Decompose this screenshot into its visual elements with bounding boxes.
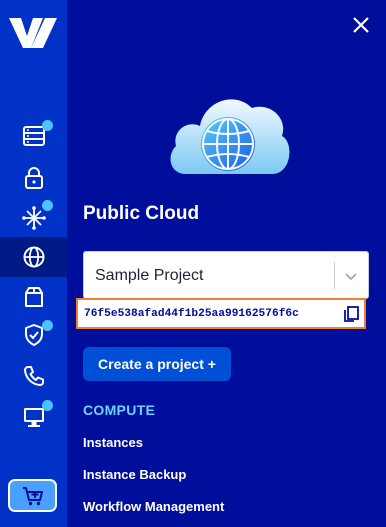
notification-badge (42, 400, 53, 411)
nav-item-workflow-management[interactable]: Workflow Management (83, 499, 224, 514)
public-cloud-panel: Public Cloud Sample Project 76f5e538afad… (67, 0, 386, 527)
chevron-down-icon[interactable] (343, 268, 359, 284)
ovh-logo-icon[interactable] (7, 14, 59, 52)
box-icon (24, 287, 43, 307)
rail-item-shield[interactable] (0, 315, 67, 355)
rail-item-web[interactable] (0, 397, 67, 437)
cart-add-icon (22, 486, 43, 505)
notification-badge (42, 120, 53, 131)
notification-badge (42, 320, 53, 331)
rail-item-network[interactable] (0, 198, 67, 238)
lock-icon (24, 167, 43, 189)
nav-item-instances[interactable]: Instances (83, 435, 143, 450)
cart-button[interactable] (8, 479, 57, 512)
project-id: 76f5e538afad44f1b25aa99162576f6c (84, 308, 299, 320)
phone-icon (23, 366, 44, 386)
rail-item-storage[interactable] (0, 277, 67, 317)
globe-icon (23, 246, 44, 268)
rail-item-public-cloud[interactable] (0, 237, 67, 277)
project-select[interactable]: Sample Project (83, 251, 369, 299)
create-project-button[interactable]: Create a project + (83, 347, 231, 381)
project-id-field: 76f5e538afad44f1b25aa99162576f6c (76, 298, 366, 329)
nav-item-instance-backup[interactable]: Instance Backup (83, 467, 186, 482)
close-icon[interactable] (350, 14, 372, 36)
rail-item-telecom[interactable] (0, 356, 67, 396)
rail-item-server[interactable] (0, 116, 67, 156)
section-label-compute: COMPUTE (83, 402, 156, 418)
public-cloud-illustration (170, 99, 290, 174)
notification-badge (42, 200, 53, 211)
copy-icon[interactable] (342, 305, 360, 323)
page-title: Public Cloud (83, 203, 200, 224)
select-divider (334, 262, 335, 289)
rail-item-security[interactable] (0, 158, 67, 198)
project-select-value: Sample Project (95, 267, 204, 284)
side-rail (0, 0, 67, 527)
